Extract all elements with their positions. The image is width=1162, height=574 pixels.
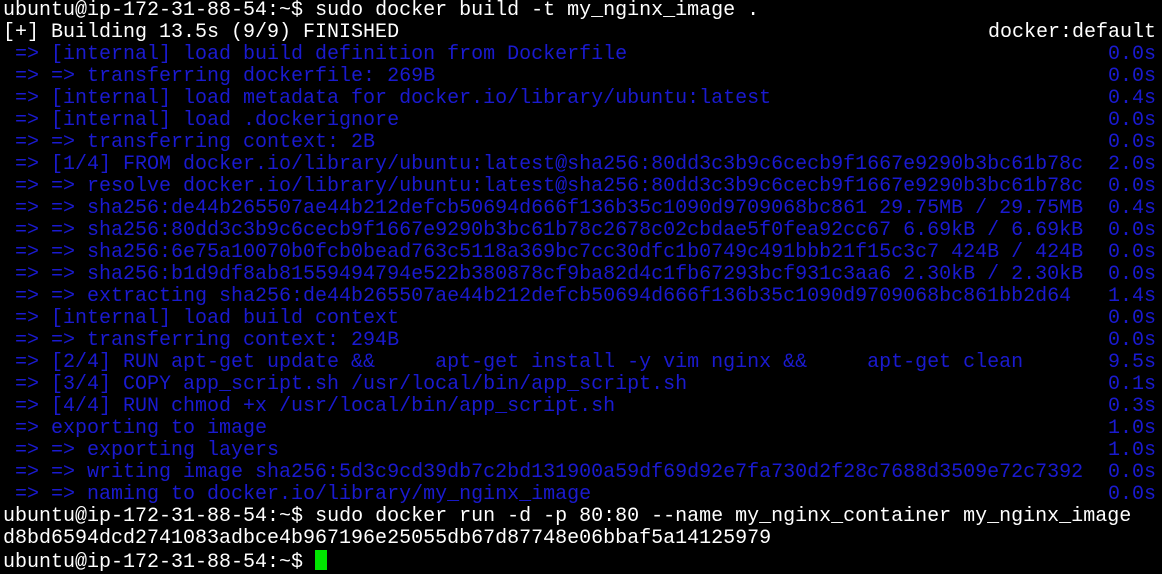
build-step-time: 2.0s [1107, 153, 1156, 176]
active-prompt-line[interactable]: ubuntu@ip-172-31-88-54:~$ [0, 550, 1162, 574]
build-step-line: => [internal] load build context 0.0s [0, 308, 1162, 330]
build-step-line: => => naming to docker.io/library/my_ngi… [0, 484, 1162, 506]
build-step-line: => [internal] load .dockerignore 0.0s [0, 110, 1162, 132]
build-step-line: => => extracting sha256:de44b265507ae44b… [0, 286, 1162, 308]
build-step-text: => => resolve docker.io/library/ubuntu:l… [3, 175, 1084, 198]
build-step-time: 0.0s [1107, 483, 1156, 506]
build-command-line: ubuntu@ip-172-31-88-54:~$ sudo docker bu… [0, 0, 1162, 22]
build-step-time: 9.5s [1107, 351, 1156, 374]
build-status: [+] Building 13.5s (9/9) FINISHED [3, 21, 400, 44]
build-step-line: => => sha256:de44b265507ae44b212defcb506… [0, 198, 1162, 220]
build-step-text: => => transferring context: 2B [3, 131, 376, 154]
build-step-text: => [1/4] FROM docker.io/library/ubuntu:l… [3, 153, 1084, 176]
build-step-text: => => transferring dockerfile: 269B [3, 65, 436, 88]
build-step-time: 1.0s [1107, 417, 1156, 440]
build-command: sudo docker build -t my_nginx_image . [315, 0, 760, 22]
build-step-time: 0.3s [1107, 395, 1156, 418]
prompt: ubuntu@ip-172-31-88-54:~$ [3, 551, 316, 574]
build-step-line: => [2/4] RUN apt-get update && apt-get i… [0, 352, 1162, 374]
build-step-time: 0.0s [1107, 131, 1156, 154]
build-step-text: => [internal] load .dockerignore [3, 109, 400, 132]
build-step-line: => => exporting layers 1.0s [0, 440, 1162, 462]
build-step-text: => exporting to image [3, 417, 268, 440]
prompt: ubuntu@ip-172-31-88-54:~$ [3, 0, 316, 22]
build-step-text: => [internal] load build definition from… [3, 43, 628, 66]
build-step-text: => [internal] load build context [3, 307, 400, 330]
build-step-time: 0.0s [1107, 461, 1156, 484]
terminal-window[interactable]: ubuntu@ip-172-31-88-54:~$ sudo docker bu… [0, 0, 1162, 574]
container-id-line: d8bd6594dcd2741083adbce4b967196e25055db6… [0, 528, 1162, 550]
build-step-line: => => sha256:b1d9df8ab81559494794e522b38… [0, 264, 1162, 286]
build-header-line: [+] Building 13.5s (9/9) FINISHED docker:… [0, 22, 1162, 44]
container-id: d8bd6594dcd2741083adbce4b967196e25055db6… [3, 527, 772, 550]
build-step-time: 0.0s [1107, 109, 1156, 132]
build-step-line: => => writing image sha256:5d3c9cd39db7c… [0, 462, 1162, 484]
build-step-text: => => sha256:6e75a10070b0fcb0bead763c511… [3, 241, 1084, 264]
build-step-time: 0.0s [1107, 263, 1156, 286]
build-step-text: => => naming to docker.io/library/my_ngi… [3, 483, 592, 506]
build-step-time: 1.0s [1107, 439, 1156, 462]
build-step-line: => [1/4] FROM docker.io/library/ubuntu:l… [0, 154, 1162, 176]
build-step-time: 0.4s [1107, 197, 1156, 220]
build-step-text: => => transferring context: 294B [3, 329, 400, 352]
build-step-line: => [internal] load metadata for docker.i… [0, 88, 1162, 110]
build-step-time: 0.0s [1107, 65, 1156, 88]
build-steps-list: => [internal] load build definition from… [0, 44, 1162, 506]
build-step-line: => => sha256:6e75a10070b0fcb0bead763c511… [0, 242, 1162, 264]
build-step-time: 0.4s [1107, 87, 1156, 110]
build-step-line: => => transferring context: 2B 0.0s [0, 132, 1162, 154]
build-step-text: => [2/4] RUN apt-get update && apt-get i… [3, 351, 1024, 374]
build-step-text: => [3/4] COPY app_script.sh /usr/local/b… [3, 373, 688, 396]
cursor-block[interactable] [315, 550, 328, 570]
build-step-text: => => exporting layers [3, 439, 280, 462]
build-step-text: => => sha256:de44b265507ae44b212defcb506… [3, 197, 1084, 220]
build-step-line: => exporting to image 1.0s [0, 418, 1162, 440]
run-command-line: ubuntu@ip-172-31-88-54:~$ sudo docker ru… [0, 506, 1162, 528]
build-step-text: => => extracting sha256:de44b265507ae44b… [3, 285, 1072, 308]
build-step-time: 0.0s [1107, 307, 1156, 330]
build-step-time: 0.0s [1107, 241, 1156, 264]
build-step-line: => [4/4] RUN chmod +x /usr/local/bin/app… [0, 396, 1162, 418]
prompt: ubuntu@ip-172-31-88-54:~$ [3, 505, 316, 528]
build-step-line: => [3/4] COPY app_script.sh /usr/local/b… [0, 374, 1162, 396]
build-step-line: => => transferring context: 294B 0.0s [0, 330, 1162, 352]
build-step-time: 0.0s [1107, 219, 1156, 242]
build-step-line: => [internal] load build definition from… [0, 44, 1162, 66]
builder-name: docker:default [987, 21, 1156, 44]
build-step-time: 0.0s [1107, 43, 1156, 66]
build-step-text: => => sha256:80dd3c3b9c6cecb9f1667e9290b… [3, 219, 1084, 242]
build-step-text: => => writing image sha256:5d3c9cd39db7c… [3, 461, 1084, 484]
build-step-time: 1.4s [1107, 285, 1156, 308]
build-step-text: => => sha256:b1d9df8ab81559494794e522b38… [3, 263, 1084, 286]
build-step-time: 0.0s [1107, 175, 1156, 198]
build-step-line: => => resolve docker.io/library/ubuntu:l… [0, 176, 1162, 198]
build-step-time: 0.0s [1107, 329, 1156, 352]
build-step-text: => [internal] load metadata for docker.i… [3, 87, 772, 110]
build-step-text: => [4/4] RUN chmod +x /usr/local/bin/app… [3, 395, 616, 418]
build-step-time: 0.1s [1107, 373, 1156, 396]
run-command: sudo docker run -d -p 80:80 --name my_ng… [315, 505, 1132, 528]
build-step-line: => => sha256:80dd3c3b9c6cecb9f1667e9290b… [0, 220, 1162, 242]
build-step-line: => => transferring dockerfile: 269B 0.0s [0, 66, 1162, 88]
